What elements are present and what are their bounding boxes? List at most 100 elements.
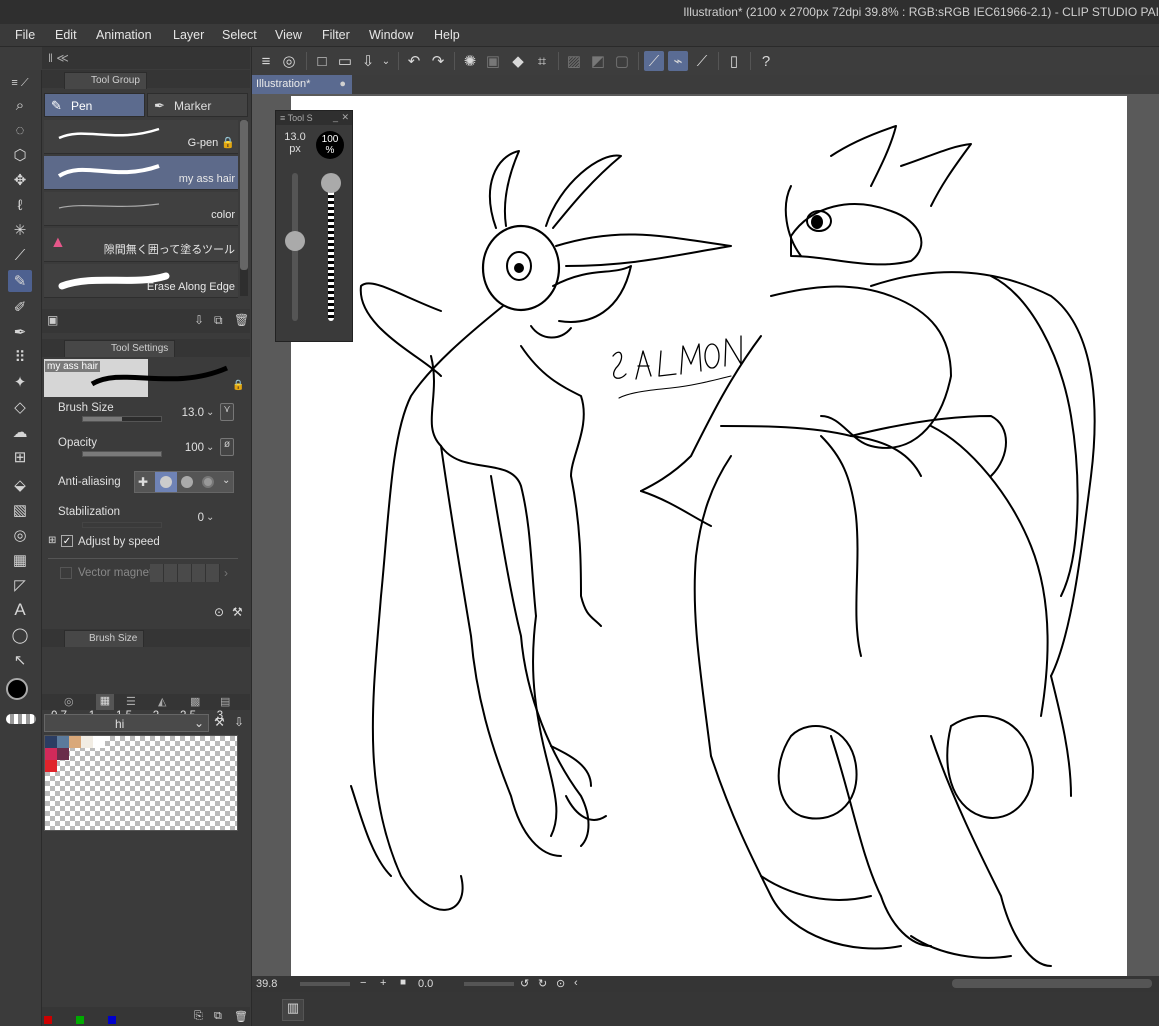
blend-icon[interactable]: ☁ (8, 421, 32, 443)
selection-icon[interactable]: ◌ (8, 119, 32, 141)
vector-magnet-levels[interactable] (150, 564, 220, 582)
delete-sub-tool-icon[interactable]: 🗑 (234, 313, 249, 327)
aa-dropdown-icon[interactable]: ⌄ (222, 475, 230, 486)
close-icon[interactable]: ✕ (341, 112, 349, 123)
gradient-icon[interactable]: ▧ (8, 499, 32, 521)
tab-pen[interactable]: ✎ Pen (44, 93, 145, 117)
tab-marker[interactable]: ✒ Marker (147, 93, 248, 117)
eyedropper-icon[interactable]: ⟋ (8, 244, 32, 266)
brush-icon[interactable]: ✒ (8, 321, 32, 343)
balloon-icon[interactable]: ◯ (8, 624, 32, 646)
aa-medium-icon[interactable] (181, 476, 193, 488)
angle-value[interactable]: 0.0 (418, 978, 433, 990)
preview-lock-icon[interactable]: 🔒 (232, 380, 244, 391)
new-file-icon[interactable]: □ (312, 51, 332, 71)
menu-layer[interactable]: Layer (173, 28, 204, 42)
canvas-paper[interactable]: SALMON @dailygoukirimi (291, 96, 1127, 976)
copy-icon[interactable]: ▣ (483, 51, 503, 71)
opacity-spin-icon[interactable]: ⌄ (206, 442, 214, 453)
opacity-value[interactable]: 100 (172, 442, 204, 454)
vector-magnet-checkbox[interactable] (60, 567, 72, 579)
menu-file[interactable]: File (15, 28, 35, 42)
stabilization-spin-icon[interactable]: ⌄ (206, 512, 214, 523)
sub-tool-my-ass-hair[interactable]: my ass hair (44, 156, 238, 190)
tab-illustration[interactable]: Illustration* ● (252, 75, 352, 94)
redo-icon[interactable]: ↷ (428, 51, 448, 71)
color-swatch[interactable] (81, 736, 93, 748)
opacity-slider[interactable] (82, 451, 162, 457)
figure-icon[interactable]: ◎ (8, 524, 32, 546)
float-menu-icon[interactable]: ≡ (280, 113, 285, 123)
modified-dot-icon[interactable]: ● (339, 78, 346, 90)
sub-tool-erase-along-edge[interactable]: Erase Along Edge (44, 264, 238, 298)
menu-window[interactable]: Window (369, 28, 413, 42)
fill-icon[interactable]: ◆ (508, 51, 528, 71)
stabilization-slider[interactable] (82, 522, 162, 528)
color-swatch[interactable] (57, 736, 69, 748)
zoom-icon[interactable]: ⌕ (8, 94, 32, 116)
save-dropdown-icon[interactable]: ⌄ (380, 51, 392, 71)
transform-icon[interactable]: ⌗ (532, 51, 552, 71)
save-icon[interactable]: ⇩ (358, 51, 378, 71)
color-swatch[interactable] (69, 736, 81, 748)
menu-edit[interactable]: Edit (55, 28, 77, 42)
stabilization-value[interactable]: 0 (182, 512, 204, 524)
color-swatch[interactable] (45, 736, 57, 748)
rotate-left-icon[interactable]: ↺ (520, 977, 529, 990)
color-wheel-tab-icon[interactable]: ◎ (64, 695, 74, 708)
duplicate-sub-tool-icon[interactable]: ⧉ (214, 313, 223, 328)
color-swatch[interactable] (93, 736, 105, 748)
aa-none-icon[interactable]: ✚ (138, 475, 148, 489)
expand-icon[interactable]: ⊞ (48, 535, 56, 546)
flip-icon[interactable]: ‹ (574, 977, 578, 989)
zoom-value[interactable]: 39.8 (256, 978, 277, 990)
sub-tool-color[interactable]: color (44, 192, 238, 226)
float-size-slider[interactable] (285, 173, 305, 321)
undo-icon[interactable]: ↶ (404, 51, 424, 71)
tool-group-tab[interactable]: Tool Group (64, 72, 147, 89)
panel-menu-icon[interactable]: ≡ ⟋ (8, 72, 32, 94)
menu-filter[interactable]: Filter (322, 28, 350, 42)
float-opacity-slider[interactable] (321, 173, 341, 321)
lasso-icon[interactable]: ℓ (8, 194, 32, 216)
color-slider-tab-icon[interactable]: ☰ (126, 695, 136, 708)
opacity-dynamics-button[interactable]: ø (220, 438, 234, 456)
intermediate-color-tab-icon[interactable]: ◭ (158, 695, 166, 708)
ruler-tool-icon[interactable]: ◸ (8, 574, 32, 596)
sub-tool-settings-icon[interactable]: ▣ (47, 313, 58, 327)
color-set-select[interactable]: hi ⌄ (44, 714, 209, 732)
color-set-settings-icon[interactable]: ⚒ (214, 715, 225, 729)
deselect-icon[interactable]: ▨ (564, 51, 584, 71)
color-swatch[interactable] (57, 748, 69, 760)
magic-wand-icon[interactable]: ✳ (8, 219, 32, 241)
horizontal-scrollbar[interactable] (952, 979, 1152, 988)
sub-tool-scrollbar[interactable] (240, 120, 248, 296)
wrench-icon[interactable]: ⚒ (232, 605, 243, 619)
copy-set-icon[interactable]: ⧉ (214, 1010, 222, 1023)
frame-icon[interactable]: ▦ (8, 549, 32, 571)
color-swatch[interactable] (45, 760, 57, 772)
brush-size-tab[interactable]: Brush Size (64, 630, 145, 647)
color-swatch[interactable] (45, 748, 57, 760)
tool-settings-tab[interactable]: Tool Settings (64, 340, 176, 357)
adjust-by-speed-checkbox[interactable]: ✓ (61, 535, 73, 547)
help-icon[interactable]: ? (756, 51, 776, 71)
vector-magnet-arrow-icon[interactable]: › (224, 566, 228, 580)
loading-icon[interactable]: ✺ (460, 51, 480, 71)
menu-view[interactable]: View (275, 28, 302, 42)
color-set-grid[interactable] (44, 735, 238, 831)
aa-weak-icon[interactable] (155, 472, 177, 492)
snap-grid-icon[interactable]: ⟋ (692, 51, 712, 71)
approx-color-tab-icon[interactable]: ▩ (190, 695, 200, 708)
delete-set-icon[interactable]: 🗑 (234, 1010, 248, 1023)
menu-select[interactable]: Select (222, 28, 257, 42)
zoom-out-icon[interactable]: − (360, 977, 366, 989)
menu-animation[interactable]: Animation (96, 28, 152, 42)
layer-panel-icon[interactable]: ▥ (282, 999, 304, 1021)
copy-sub-tool-icon[interactable]: ⇩ (194, 313, 204, 327)
snap-special-ruler-icon[interactable]: ⌁ (668, 51, 688, 71)
correct-line-icon[interactable]: ↖ (8, 649, 32, 671)
brush-size-dynamics-button[interactable]: ⋎ (220, 403, 234, 421)
decoration-icon[interactable]: ✦ (8, 371, 32, 393)
add-color-icon[interactable]: ⇩ (234, 715, 244, 729)
